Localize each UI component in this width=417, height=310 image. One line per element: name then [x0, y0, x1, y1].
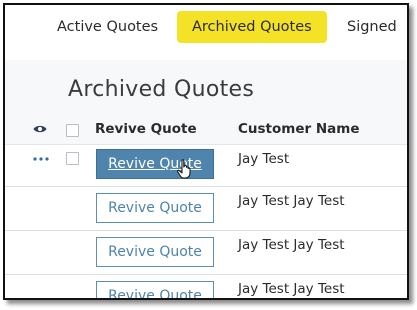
revive-quote-button[interactable]: Revive Quote [96, 237, 214, 267]
revive-quote-button[interactable]: Revive Quote [96, 193, 214, 223]
hand-pointer-cursor-icon [176, 159, 191, 179]
row-checkbox[interactable] [66, 152, 79, 165]
customer-name-cell: Jay Test [238, 151, 290, 167]
eye-icon[interactable] [33, 124, 47, 134]
column-header-revive-quote: Revive Quote [95, 121, 197, 137]
table-row: Revive Quote Jay Test Jay Test [5, 275, 407, 298]
customer-name-cell: Jay Test Jay Test [238, 281, 345, 297]
more-dots-icon[interactable] [33, 157, 49, 161]
column-header-customer-name[interactable]: Customer Name [238, 121, 360, 137]
revive-quote-button[interactable]: Revive Quote [96, 149, 214, 179]
archived-quotes-panel: Archived Quotes Revive Quote Customer Na… [5, 60, 407, 298]
page-title: Archived Quotes [68, 77, 255, 102]
select-all-checkbox[interactable] [66, 124, 79, 137]
table-row: Revive Quote Jay Test [5, 145, 407, 187]
customer-name-cell: Jay Test Jay Test [238, 193, 345, 209]
quote-tabs: Active Quotes Archived Quotes Signed [5, 5, 407, 51]
table-row: Revive Quote Jay Test Jay Test [5, 231, 407, 275]
customer-name-cell: Jay Test Jay Test [238, 237, 345, 253]
tab-active-quotes[interactable]: Active Quotes [45, 11, 170, 43]
tab-archived-quotes[interactable]: Archived Quotes [177, 11, 327, 43]
screenshot-frame: Active Quotes Archived Quotes Signed Arc… [3, 3, 409, 300]
revive-quote-button[interactable]: Revive Quote [96, 281, 214, 298]
table-row: Revive Quote Jay Test Jay Test [5, 187, 407, 231]
tab-signed[interactable]: Signed [335, 11, 407, 43]
table-header-row: Revive Quote Customer Name [5, 116, 407, 145]
